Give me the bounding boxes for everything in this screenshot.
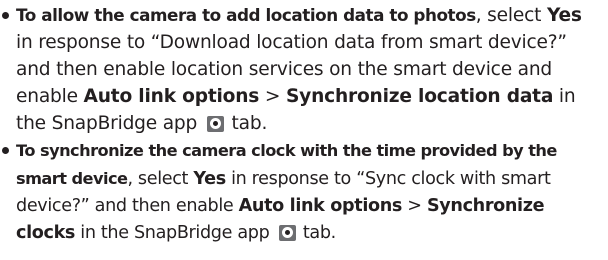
item-text: tab. [297, 223, 336, 243]
item-bold-setting: Synchronize location data [285, 86, 554, 107]
camera-tab-icon [278, 225, 296, 241]
item-bold-yes: Yes [193, 169, 226, 189]
item-bold-menu: Auto link options [238, 196, 403, 216]
item-separator: > [259, 86, 286, 107]
bullet-icon [2, 147, 9, 154]
item-text: tab. [225, 113, 268, 134]
item-text: , select [127, 169, 194, 189]
item-bold-yes: Yes [546, 5, 582, 26]
item-text: in the SnapBridge app [75, 223, 275, 243]
camera-tab-icon [206, 116, 224, 132]
list-item-location: To allow the camera to add location data… [0, 2, 602, 137]
item-separator: > [402, 196, 427, 216]
bullet-icon [2, 12, 9, 19]
list-item-clock: To synchronize the camera clock with the… [0, 137, 602, 247]
item-bold-menu: Auto link options [83, 86, 260, 107]
instruction-list: To allow the camera to add location data… [0, 2, 602, 247]
document-page: To allow the camera to add location data… [0, 0, 608, 260]
item-text: , select [475, 5, 547, 26]
item-lead: To allow the camera to add location data… [16, 5, 476, 25]
